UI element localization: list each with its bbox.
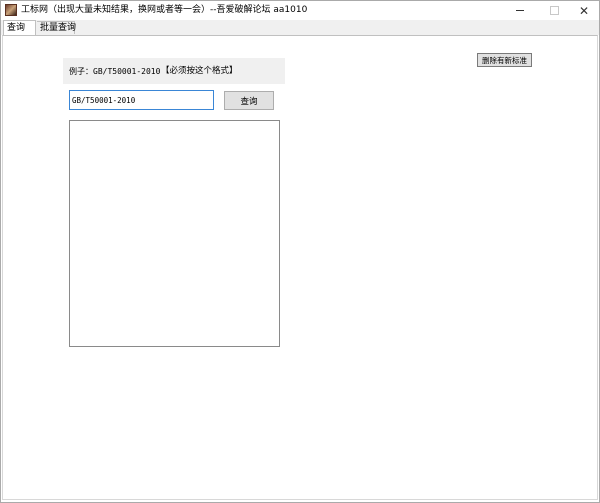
minimize-button[interactable] [504, 1, 536, 20]
minimize-icon [516, 10, 524, 11]
results-textbox[interactable] [69, 120, 280, 347]
tab-strip [1, 20, 599, 35]
maximize-button[interactable] [538, 1, 570, 20]
example-label: 例子：GB/T50001-2010 [69, 67, 161, 76]
delete-new-standard-button[interactable]: 删除有新标准 [477, 53, 532, 67]
tab-query[interactable]: 查询 [3, 20, 36, 35]
app-window: 工标网（出现大量未知结果，换网或者等一会）--吾爱破解论坛 aa1010 ✕ 查… [0, 0, 600, 503]
query-button[interactable]: 查询 [224, 91, 274, 110]
app-icon [5, 4, 17, 16]
window-title: 工标网（出现大量未知结果，换网或者等一会）--吾爱破解论坛 aa1010 [21, 5, 308, 15]
close-icon: ✕ [578, 3, 590, 18]
title-bar[interactable]: 工标网（出现大量未知结果，换网或者等一会）--吾爱破解论坛 aa1010 ✕ [1, 1, 599, 20]
close-button[interactable]: ✕ [568, 1, 600, 20]
tab-batch-query[interactable]: 批量查询 [37, 21, 76, 34]
maximize-icon [549, 6, 559, 15]
standard-number-input[interactable] [69, 90, 214, 110]
format-note: 【必须按这个格式】 [161, 66, 238, 76]
